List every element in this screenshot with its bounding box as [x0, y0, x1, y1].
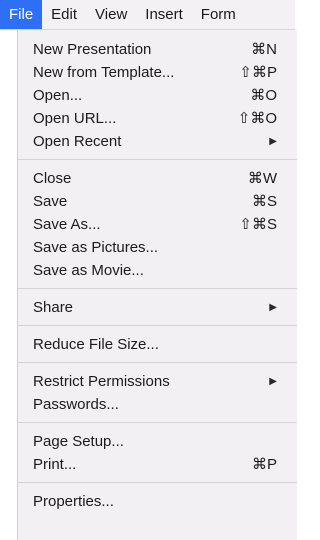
menu-item-label: Properties... [33, 493, 114, 510]
menu-item-label: Close [33, 170, 72, 187]
menu-item-open[interactable]: Open... ⌘O [18, 84, 297, 107]
menu-view[interactable]: View [86, 0, 136, 29]
menu-item-label: Reduce File Size... [33, 336, 159, 353]
menu-item-label: Passwords... [33, 396, 119, 413]
menu-item-label: Open URL... [33, 110, 117, 127]
menu-file[interactable]: File [0, 0, 43, 29]
menu-item-open-recent[interactable]: Open Recent ▶ [18, 130, 297, 153]
menu-item-label: Page Setup... [33, 433, 124, 450]
menu-separator [18, 288, 297, 289]
menu-item-new-presentation[interactable]: New Presentation ⌘N [18, 38, 297, 61]
menu-edit[interactable]: Edit [42, 0, 86, 29]
menu-separator [18, 362, 297, 363]
menu-bar: File Edit View Insert Form [0, 0, 295, 30]
menu-item-share[interactable]: Share ▶ [18, 296, 297, 319]
submenu-arrow-icon: ▶ [269, 302, 277, 313]
menu-item-close[interactable]: Close ⌘W [18, 167, 297, 190]
menu-item-save-as-pictures[interactable]: Save as Pictures... [18, 236, 297, 259]
menu-item-properties[interactable]: Properties... [18, 490, 297, 513]
menu-item-page-setup[interactable]: Page Setup... [18, 430, 297, 453]
menu-item-label: Save [33, 193, 68, 210]
menu-item-restrict-permissions[interactable]: Restrict Permissions ▶ [18, 370, 297, 393]
submenu-arrow-icon: ▶ [269, 376, 277, 387]
shortcut-label: ⌘P [251, 456, 277, 473]
menu-item-label: New from Template... [33, 64, 175, 81]
shortcut-label: ⇧⌘P [239, 64, 277, 81]
menu-separator [18, 482, 297, 483]
menu-item-label: Share [33, 299, 74, 316]
menu-item-save-as[interactable]: Save As... ⇧⌘S [18, 213, 297, 236]
menu-item-label: Open... [33, 87, 83, 104]
shortcut-label: ⇧⌘S [239, 216, 277, 233]
menu-format[interactable]: Form [192, 0, 245, 29]
menu-item-label: Restrict Permissions [33, 373, 170, 390]
menu-insert[interactable]: Insert [136, 0, 192, 29]
menu-item-label: Save As... [33, 216, 101, 233]
menu-item-save-as-movie[interactable]: Save as Movie... [18, 259, 297, 282]
shortcut-label: ⇧⌘O [237, 110, 277, 127]
menu-separator [18, 325, 297, 326]
menu-item-passwords[interactable]: Passwords... [18, 393, 297, 416]
shortcut-label: ⌘N [251, 41, 277, 58]
menu-item-label: Print... [33, 456, 77, 473]
menu-separator [18, 159, 297, 160]
menu-item-label: Save as Movie... [33, 262, 144, 279]
menu-item-reduce-file-size[interactable]: Reduce File Size... [18, 333, 297, 356]
menu-item-print[interactable]: Print... ⌘P [18, 453, 297, 476]
submenu-arrow-icon: ▶ [269, 136, 277, 147]
menu-item-open-url[interactable]: Open URL... ⇧⌘O [18, 107, 297, 130]
shortcut-label: ⌘O [250, 87, 277, 104]
shortcut-label: ⌘S [251, 193, 277, 210]
menu-separator [18, 422, 297, 423]
menu-item-label: New Presentation [33, 41, 152, 58]
menu-item-label: Open Recent [33, 133, 122, 150]
file-menu-dropdown: New Presentation ⌘N New from Template...… [17, 30, 297, 540]
menu-item-label: Save as Pictures... [33, 239, 159, 256]
menu-item-save[interactable]: Save ⌘S [18, 190, 297, 213]
shortcut-label: ⌘W [247, 170, 277, 187]
menu-item-new-from-template[interactable]: New from Template... ⇧⌘P [18, 61, 297, 84]
